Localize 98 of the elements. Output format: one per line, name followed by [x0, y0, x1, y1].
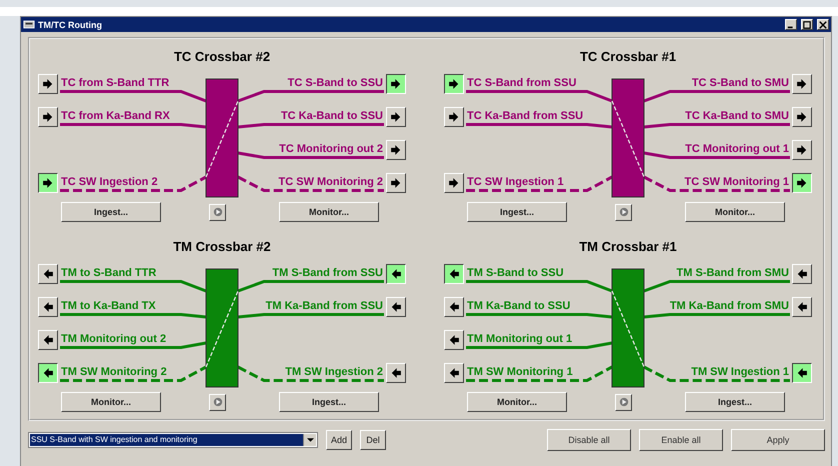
- port-label[interactable]: TM SW Ingestion 2: [285, 366, 383, 378]
- port-label[interactable]: TM S-Band to SSU: [467, 267, 564, 279]
- arrow-icon: [795, 142, 809, 156]
- crossbar-title: TC Crossbar #2: [172, 48, 272, 66]
- port-label[interactable]: TM to S-Band TTR: [61, 267, 156, 279]
- port-label[interactable]: TC Monitoring out 2: [279, 143, 383, 155]
- footer-button[interactable]: Del: [360, 430, 386, 450]
- arrow-icon: [447, 266, 461, 280]
- arrow-button[interactable]: [38, 172, 58, 192]
- action-button[interactable]: Ingest...: [467, 202, 567, 222]
- port-label[interactable]: TM SW Monitoring 1: [467, 366, 573, 378]
- swap-icon: [618, 397, 628, 407]
- port-label[interactable]: TM Ka-Band from SSU: [266, 300, 383, 312]
- port-label[interactable]: TM S-Band from SMU: [676, 267, 789, 279]
- port-label[interactable]: TM SW Monitoring 2: [61, 366, 167, 378]
- dropdown-icon: [306, 438, 314, 442]
- port-label[interactable]: TC SW Monitoring 2: [278, 176, 383, 188]
- port-label[interactable]: TC SW Ingestion 2: [61, 176, 158, 188]
- port-label[interactable]: TM S-Band from SSU: [272, 267, 383, 279]
- port-label[interactable]: TM Ka-Band from SMU: [670, 300, 789, 312]
- action-button[interactable]: Ingest...: [685, 392, 785, 412]
- arrow-button[interactable]: [444, 264, 464, 284]
- arrow-button[interactable]: [444, 74, 464, 94]
- arrow-icon: [795, 300, 809, 314]
- port-label[interactable]: TC from S-Band TTR: [61, 77, 170, 89]
- arrow-icon: [447, 366, 461, 380]
- swap-button[interactable]: [209, 204, 226, 220]
- port-label[interactable]: TC SW Monitoring 1: [684, 176, 789, 188]
- maximize-button[interactable]: [801, 19, 813, 30]
- close-button[interactable]: [817, 19, 829, 30]
- arrow-icon: [795, 366, 809, 380]
- port-label[interactable]: TM Monitoring out 1: [467, 333, 572, 345]
- arrow-icon: [389, 76, 403, 90]
- maximize-icon: [803, 20, 811, 28]
- port-label[interactable]: TM Monitoring out 2: [61, 333, 166, 345]
- swap-icon: [212, 207, 222, 217]
- port-label[interactable]: TC S-Band to SSU: [288, 77, 383, 89]
- window-title: TM/TC Routing: [38, 20, 102, 30]
- port-label[interactable]: TC Ka-Band to SMU: [685, 110, 789, 122]
- arrow-icon: [447, 300, 461, 314]
- arrow-icon: [795, 266, 809, 280]
- footer-button[interactable]: Enable all: [639, 429, 723, 451]
- arrow-icon: [447, 76, 461, 90]
- arrow-icon: [41, 366, 55, 380]
- arrow-icon: [41, 76, 55, 90]
- footer-button[interactable]: Apply: [731, 429, 825, 451]
- action-button[interactable]: Monitor...: [279, 202, 379, 222]
- arrow-icon: [795, 110, 809, 124]
- port-label[interactable]: TM Ka-Band to SSU: [467, 300, 570, 312]
- arrow-icon: [795, 76, 809, 90]
- action-button[interactable]: Ingest...: [279, 392, 379, 412]
- port-label[interactable]: TC S-Band to SMU: [692, 77, 789, 89]
- arrow-icon: [389, 110, 403, 124]
- arrow-icon: [389, 300, 403, 314]
- arrow-icon: [447, 332, 461, 346]
- port-label[interactable]: TC from Ka-Band RX: [61, 110, 170, 122]
- arrow-button[interactable]: [38, 362, 58, 382]
- action-button[interactable]: Monitor...: [685, 202, 785, 222]
- arrow-icon: [41, 266, 55, 280]
- close-icon: [819, 20, 827, 28]
- arrow-icon: [41, 332, 55, 346]
- arrow-icon: [389, 266, 403, 280]
- action-button[interactable]: Monitor...: [61, 392, 161, 412]
- arrow-icon: [795, 176, 809, 190]
- action-button[interactable]: Monitor...: [467, 392, 567, 412]
- footer-button[interactable]: Disable all: [547, 429, 631, 451]
- port-label[interactable]: TC SW Ingestion 1: [467, 176, 564, 188]
- arrow-button[interactable]: [386, 74, 406, 94]
- arrow-button[interactable]: [792, 172, 812, 192]
- arrow-icon: [389, 366, 403, 380]
- port-label[interactable]: TM SW Ingestion 1: [691, 366, 789, 378]
- arrow-button[interactable]: [792, 362, 812, 382]
- swap-icon: [618, 207, 628, 217]
- action-button[interactable]: Ingest...: [61, 202, 161, 222]
- footer-button[interactable]: Add: [326, 430, 352, 450]
- port-label[interactable]: TC S-Band from SSU: [467, 77, 576, 89]
- port-label[interactable]: TC Monitoring out 1: [685, 143, 789, 155]
- swap-button[interactable]: [209, 394, 226, 410]
- minimize-button[interactable]: [785, 19, 797, 30]
- port-label[interactable]: TM to Ka-Band TX: [61, 300, 156, 312]
- arrow-icon: [41, 176, 55, 190]
- arrow-icon: [389, 176, 403, 190]
- window-icon: [23, 20, 35, 29]
- configuration-dropdown[interactable]: SSU S-Band with SW ingestion and monitoring: [28, 432, 318, 448]
- swap-button[interactable]: [615, 204, 632, 220]
- swap-icon: [212, 397, 222, 407]
- crossbar-title: TC Crossbar #1: [578, 48, 678, 66]
- port-label[interactable]: TC Ka-Band to SSU: [280, 110, 383, 122]
- arrow-icon: [447, 110, 461, 124]
- arrow-icon: [389, 142, 403, 156]
- arrow-icon: [447, 176, 461, 190]
- arrow-button[interactable]: [386, 264, 406, 284]
- arrow-icon: [41, 110, 55, 124]
- swap-button[interactable]: [615, 394, 632, 410]
- arrow-icon: [41, 300, 55, 314]
- crossbar-title: TM Crossbar #1: [578, 238, 678, 256]
- crossbar-title: TM Crossbar #2: [172, 238, 272, 256]
- port-label[interactable]: TC Ka-Band from SSU: [467, 110, 584, 122]
